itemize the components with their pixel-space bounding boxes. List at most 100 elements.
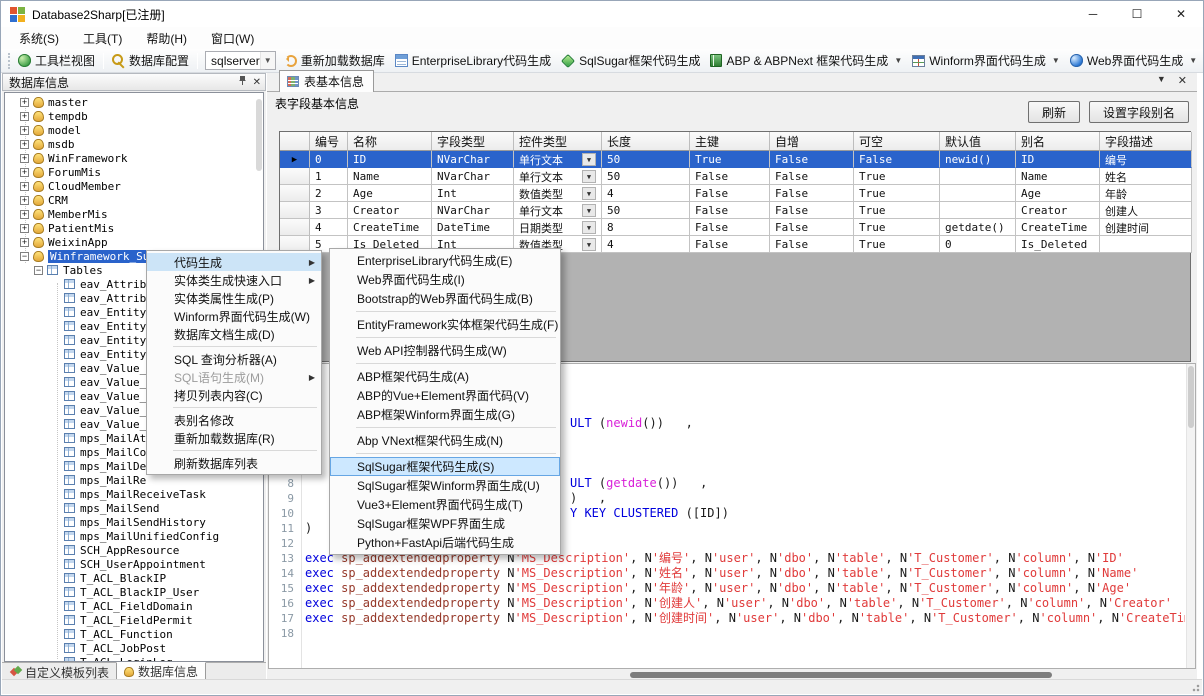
panel-close-icon[interactable]: ✕ [253,77,261,88]
grid-row[interactable]: 1NameNVarChar单行文本▼50FalseFalseTrueName姓名 [280,168,1190,185]
grid-cell[interactable]: 创建时间 [1100,219,1192,236]
grid-cell[interactable] [940,202,1016,219]
grid-cell[interactable]: 日期类型▼ [514,219,602,236]
collapse-icon[interactable]: − [34,266,43,275]
grid-cell[interactable]: Creator [1016,202,1100,219]
grid-cell[interactable]: newid() [940,151,1016,168]
context-menu-item[interactable]: SQL 查询分析器(A) [147,350,321,368]
grid-cell[interactable]: 0 [940,236,1016,253]
tree-node[interactable]: +WeixinApp [5,235,255,249]
grid-cell[interactable]: False [690,185,770,202]
grid-cell[interactable]: 4 [310,219,348,236]
tab-table-info[interactable]: 表基本信息 [279,70,374,92]
tree-node[interactable]: mps_MailSendHistory [5,515,255,529]
tree-node[interactable]: T_ACL_LoginLog [5,655,255,662]
expand-icon[interactable]: + [20,168,29,177]
grid-cell[interactable]: Is_Deleted [1016,236,1100,253]
grid-cell[interactable]: Creator [348,202,432,219]
grid-cell[interactable]: Name [348,168,432,185]
grid-row[interactable]: ▶0IDNVarChar单行文本▼50TrueFalseFalsenewid()… [280,151,1190,168]
tree-node[interactable]: +msdb [5,137,255,151]
expand-icon[interactable]: + [20,112,29,121]
tree-node[interactable]: mps_MailRe [5,473,255,487]
context-menu-item[interactable]: 重新加载数据库(R) [147,429,321,447]
grid-cell[interactable]: Age [1016,185,1100,202]
grid-cell[interactable]: 8 [602,219,690,236]
tree-node[interactable]: mps_MailUnifiedConfig [5,529,255,543]
tree-node[interactable]: +WinFramework [5,151,255,165]
submenu-item[interactable]: ABP的Vue+Element界面代码(V) [330,386,560,405]
expand-icon[interactable]: + [20,238,29,247]
toolbar-button[interactable]: 重新加载数据库 [280,50,390,72]
grid-cell[interactable]: 0 [310,151,348,168]
toolbar-button[interactable]: SqlSugar框架代码生成 [556,50,705,72]
menubar-item[interactable]: 窗口(W) [199,27,266,50]
grid-cell[interactable]: False [770,151,854,168]
submenu-item[interactable]: Vue3+Element界面代码生成(T) [330,495,560,514]
tree-node[interactable]: +MemberMis [5,207,255,221]
expand-icon[interactable]: + [20,140,29,149]
maximize-button[interactable]: ☐ [1115,1,1159,27]
grid-cell[interactable]: NVarChar [432,202,514,219]
grid-cell[interactable]: 4 [602,236,690,253]
expand-icon[interactable]: + [20,98,29,107]
grid-cell[interactable]: getdate() [940,219,1016,236]
grid-cell[interactable]: False [770,202,854,219]
grid-row[interactable]: 3CreatorNVarChar单行文本▼50FalseFalseTrueCre… [280,202,1190,219]
context-menu-item[interactable]: SQL语句生成(M)▶ [147,368,321,386]
context-menu-item[interactable]: 代码生成▶ [147,253,321,271]
grid-column-header[interactable]: 可空 [854,132,940,151]
context-menu-item[interactable]: 实体类属性生成(P) [147,289,321,307]
menubar-item[interactable]: 系统(S) [7,27,71,50]
grid-cell[interactable]: True [854,168,940,185]
context-menu-item[interactable]: 拷贝列表内容(C) [147,386,321,404]
submenu-item[interactable]: ABP框架代码生成(A) [330,367,560,386]
menubar-item[interactable]: 工具(T) [71,27,134,50]
row-header-cell[interactable] [280,202,310,219]
hscroll-thumb[interactable] [630,672,1052,678]
submenu-item[interactable]: Abp VNext框架代码生成(N) [330,431,560,450]
expand-icon[interactable]: + [20,182,29,191]
grid-cell[interactable]: 姓名 [1100,168,1192,185]
toolbar-button[interactable]: EnterpriseLibrary代码生成 [390,50,556,72]
editor-vertical-scrollbar[interactable] [1186,364,1195,668]
expand-icon[interactable]: + [20,224,29,233]
submenu-item[interactable]: Web API控制器代码生成(W) [330,341,560,360]
minimize-button[interactable]: ─ [1071,1,1115,27]
tree-node[interactable]: mps_MailReceiveTask [5,487,255,501]
resize-grip[interactable] [1190,682,1200,692]
context-menu-item[interactable]: 表别名修改 [147,411,321,429]
tree-node[interactable]: SCH_AppResource [5,543,255,557]
grid-cell[interactable]: 年龄 [1100,185,1192,202]
grid-cell[interactable]: False [770,168,854,185]
grid-cell[interactable]: True [854,236,940,253]
chevron-down-icon[interactable]: ▼ [260,52,275,69]
grid-column-header[interactable]: 编号 [310,132,348,151]
grid-column-header[interactable]: 字段类型 [432,132,514,151]
chevron-down-icon[interactable]: ▼ [1189,56,1197,65]
expand-icon[interactable]: + [20,196,29,205]
grid-column-header[interactable]: 长度 [602,132,690,151]
grid-cell[interactable]: 单行文本▼ [514,202,602,219]
submenu-item[interactable]: EnterpriseLibrary代码生成(E) [330,251,560,270]
row-header-cell[interactable] [280,168,310,185]
toolbar-button[interactable]: Winform界面代码生成▼ [907,50,1065,72]
submenu-item[interactable]: SqlSugar框架代码生成(S) [330,457,560,476]
grid-cell[interactable]: Int [432,185,514,202]
grid-cell[interactable] [940,185,1016,202]
grid-column-header[interactable]: 字段描述 [1100,132,1192,151]
tree-node[interactable]: +PatientMis [5,221,255,235]
grid-cell[interactable]: 4 [602,185,690,202]
grid-cell[interactable]: False [690,202,770,219]
grid-cell[interactable]: ID [348,151,432,168]
grid-cell[interactable]: True [854,202,940,219]
grid-cell[interactable]: False [770,185,854,202]
tree-scrollbar[interactable] [256,99,262,171]
grid-cell[interactable]: ID [1016,151,1100,168]
grid-cell[interactable]: 数值类型▼ [514,185,602,202]
submenu-item[interactable]: Bootstrap的Web界面代码生成(B) [330,289,560,308]
grid-cell[interactable] [1100,236,1192,253]
grid-cell[interactable]: 1 [310,168,348,185]
submenu-item[interactable]: EntityFramework实体框架代码生成(F) [330,315,560,334]
chevron-down-icon[interactable]: ▼ [894,56,902,65]
